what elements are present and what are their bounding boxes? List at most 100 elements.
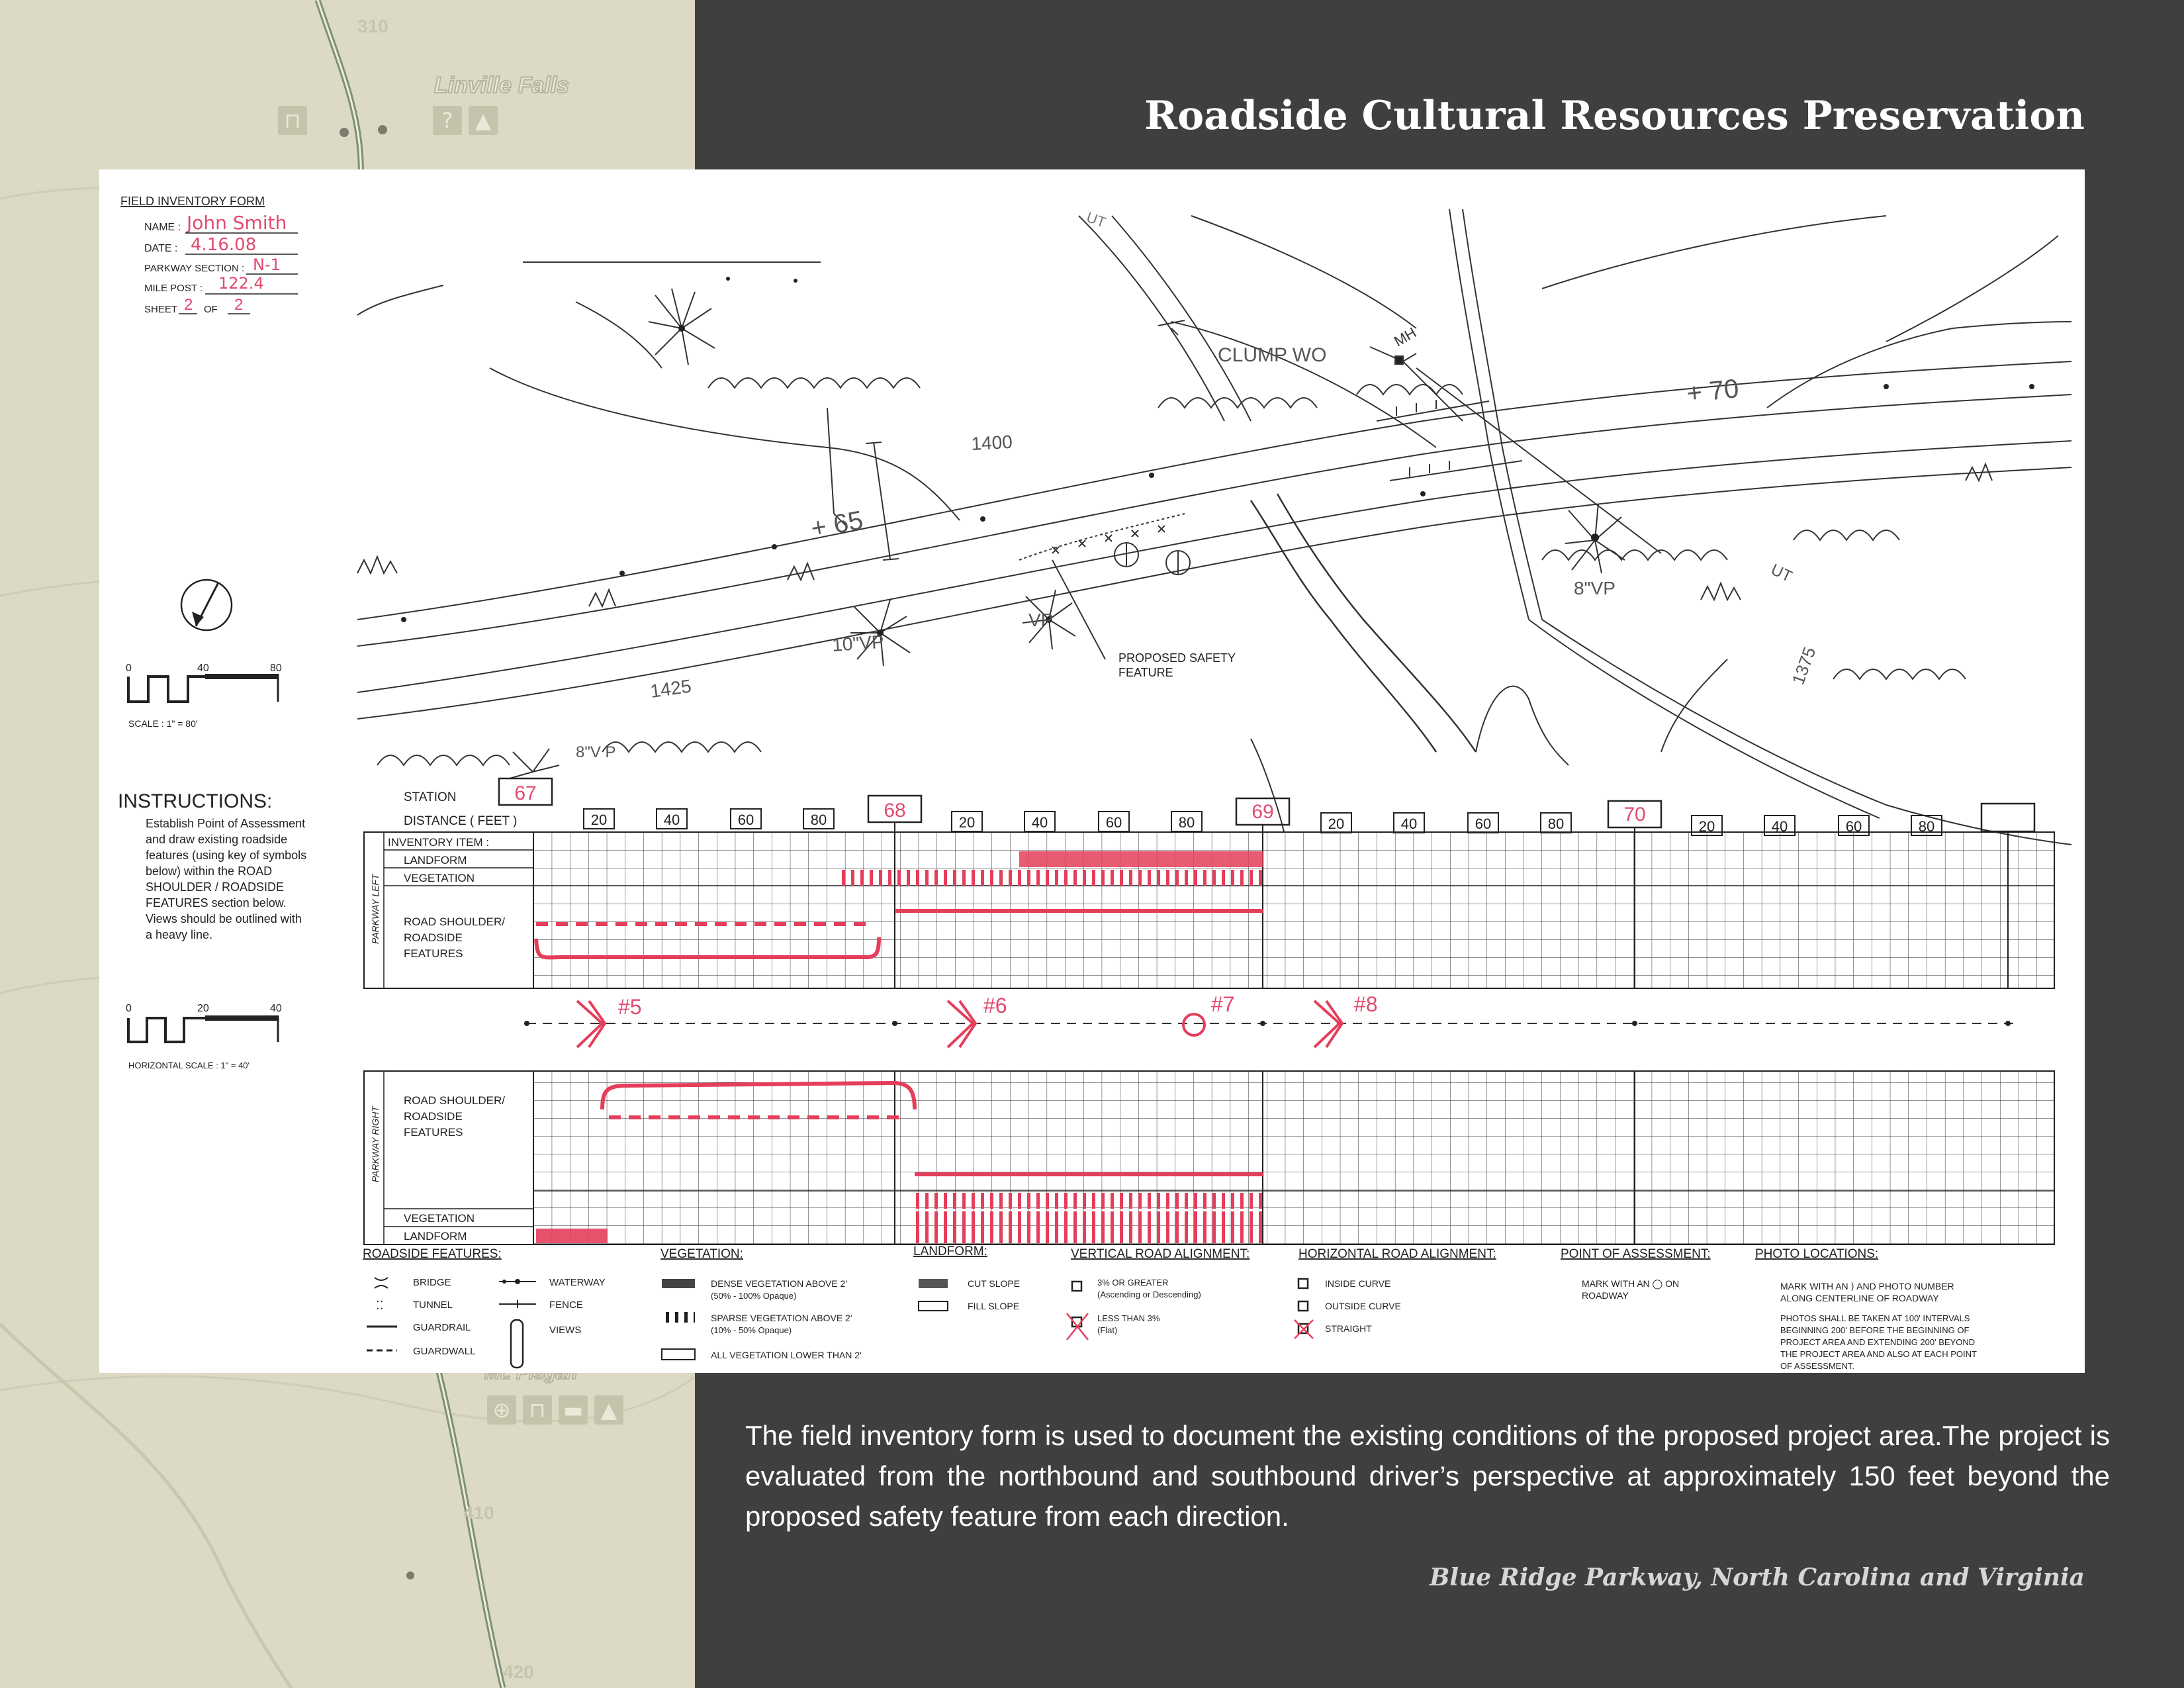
form-drawing: FIELD INVENTORY FORM NAME : John Smith D… <box>118 195 2072 1371</box>
legend-tunnel: TUNNEL <box>413 1299 453 1311</box>
tunnel-icon: ⁚⁚ <box>376 1299 383 1312</box>
of-value: 2 <box>234 296 243 314</box>
legend-landform-title: LANDFORM: <box>913 1244 987 1258</box>
picnic-icon: ⊓ <box>278 106 307 135</box>
roadway-centerline <box>524 1021 2015 1026</box>
distance-40: 40 <box>1401 816 1417 832</box>
scale-tick-80: 80 <box>270 663 282 674</box>
instructions-line: a heavy line. <box>146 928 212 941</box>
vp-8-low-label: 8"V P <box>576 743 616 761</box>
legend-outside-curve: OUTSIDE CURVE <box>1325 1301 1401 1311</box>
proposed-feature-label-2: FEATURE <box>1118 666 1173 679</box>
photo-point-5: #5 <box>618 995 642 1019</box>
checkbox-icon <box>1297 1278 1309 1289</box>
station-69: 69 <box>1251 801 1273 823</box>
station-67: 67 <box>514 782 536 804</box>
road-shoulder-label-left: ROAD SHOULDER/ <box>404 915 505 928</box>
info-icon: ? <box>433 106 462 135</box>
milepost-value: 122.4 <box>218 274 264 293</box>
distance-20: 20 <box>1328 816 1344 832</box>
legend-vertical-less-2: (Flat) <box>1097 1325 1117 1335</box>
sheet-label: SHEET <box>144 304 177 315</box>
landform-cut-slope-mark <box>536 1229 608 1243</box>
form-title: FIELD INVENTORY FORM <box>120 195 265 208</box>
picnic-icon: ⊓ <box>523 1395 552 1425</box>
station-label: STATION <box>404 790 457 804</box>
landform-mark-right <box>915 1211 1263 1243</box>
horizontal-scale-bar: 0 20 40 HORIZONTAL SCALE : 1" = 40' <box>126 1003 282 1070</box>
clump-label: CLUMP WO <box>1218 344 1326 366</box>
hscale-label: HORIZONTAL SCALE : 1" = 40' <box>128 1060 250 1070</box>
legend: ROADSIDE FEATURES: BRIDGE TUNNEL GUARDRA… <box>363 1244 1977 1371</box>
instructions-line: below) within the ROAD <box>146 865 272 878</box>
photo-point-8: #8 <box>1354 992 1378 1016</box>
legend-horizontal-title: HORIZONTAL ROAD ALIGNMENT: <box>1298 1247 1496 1261</box>
distance-20: 20 <box>959 814 975 831</box>
inventory-grid: STATION DISTANCE ( FEET ) 67 68 69 70 20… <box>363 777 2055 1245</box>
caption-text: The field inventory form is used to docu… <box>745 1420 2110 1532</box>
field-inventory-form: FIELD INVENTORY FORM NAME : John Smith D… <box>99 169 2085 1373</box>
hscale-tick-20: 20 <box>197 1003 209 1014</box>
legend-low-vegetation: ALL VEGETATION LOWER THAN 2' <box>711 1350 862 1360</box>
sparse-vegetation-icon <box>662 1312 695 1323</box>
dense-vegetation-icon <box>662 1279 695 1288</box>
vp-8-label: 8"VP <box>1574 578 1615 598</box>
north-arrow-icon <box>180 579 233 632</box>
legend-vertical-title: VERTICAL ROAD ALIGNMENT: <box>1071 1247 1250 1261</box>
parkway-section-value: N-1 <box>253 256 281 274</box>
instructions-line: FEATURES section below. <box>146 896 287 910</box>
fill-slope-icon <box>918 1301 948 1311</box>
landform-cut-slope-mark <box>1019 851 1263 867</box>
road-shoulder-label-right: FEATURES <box>404 1126 463 1139</box>
legend-guardrail: GUARDRAIL <box>413 1322 471 1333</box>
legend-views: VIEWS <box>549 1325 581 1336</box>
proposed-feature-label-1: PROPOSED SAFETY <box>1118 651 1236 665</box>
route-number-420: 420 <box>503 1662 534 1682</box>
waterway-icon <box>499 1279 536 1284</box>
legend-vertical-greater-2: (Ascending or Descending) <box>1097 1289 1201 1299</box>
legend-vertical-less-1: LESS THAN 3% <box>1097 1313 1160 1323</box>
distance-60: 60 <box>738 812 754 828</box>
legend-photo-note: OF ASSESSMENT. <box>1780 1361 1854 1371</box>
map-feature-linville-falls: Linville Falls <box>433 72 570 99</box>
instructions-line: SHOULDER / ROADSIDE <box>146 880 284 894</box>
photo-point-6: #6 <box>983 994 1007 1017</box>
contour-1425-label: 1425 <box>649 676 693 702</box>
instructions-line: Views should be outlined with <box>146 912 302 925</box>
legend-inside-curve: INSIDE CURVE <box>1325 1278 1390 1289</box>
ut-label-right: UT <box>1768 561 1795 586</box>
date-label: DATE : <box>144 243 177 254</box>
road-shoulder-label-right: ROAD SHOULDER/ <box>404 1094 505 1107</box>
sparse-vegetation-mark <box>839 870 1263 886</box>
legend-fence: FENCE <box>549 1299 583 1311</box>
milepost-label: MILE POST : <box>144 283 203 294</box>
lodging-icon: ▬ <box>559 1395 588 1425</box>
legend-waterway: WATERWAY <box>549 1277 606 1288</box>
name-label: NAME : <box>144 222 181 233</box>
distance-60: 60 <box>1475 816 1491 832</box>
views-icon <box>510 1319 524 1369</box>
parkway-right-grid <box>533 1070 2055 1245</box>
checkbox-icon <box>1297 1300 1309 1312</box>
distance-80: 80 <box>811 812 827 828</box>
instructions-text: Establish Point of Assessment and draw e… <box>146 817 306 941</box>
station-blank-box <box>1980 802 2036 833</box>
legend-sparse-2: (10% - 50% Opaque) <box>711 1325 792 1335</box>
scale-label: SCALE : 1" = 80' <box>128 718 198 729</box>
cut-slope-icon <box>919 1279 948 1288</box>
road-shoulder-label-right: ROADSIDE <box>404 1110 463 1123</box>
road-shoulder-label-left: ROADSIDE <box>404 931 463 944</box>
legend-guardwall: GUARDWALL <box>413 1346 475 1357</box>
scale-tick-0: 0 <box>126 663 132 674</box>
legend-dense-2: (50% - 100% Opaque) <box>711 1291 796 1301</box>
landform-label-right: LANDFORM <box>404 1230 467 1243</box>
legend-vertical-greater-1: 3% OR GREATER <box>1097 1278 1168 1288</box>
route-number-310: 310 <box>357 16 388 36</box>
legend-sparse-1: SPARSE VEGETATION ABOVE 2' <box>711 1313 852 1323</box>
hscale-tick-40: 40 <box>270 1003 282 1014</box>
map-scale-bar: 0 40 80 SCALE : 1" = 80' <box>126 663 282 729</box>
legend-photo-note: THE PROJECT AREA AND ALSO AT EACH POINT <box>1780 1349 1977 1359</box>
contour-1375-label: 1375 <box>1788 644 1819 687</box>
bridge-icon <box>374 1277 388 1289</box>
photo-point-7: #7 <box>1211 992 1235 1016</box>
